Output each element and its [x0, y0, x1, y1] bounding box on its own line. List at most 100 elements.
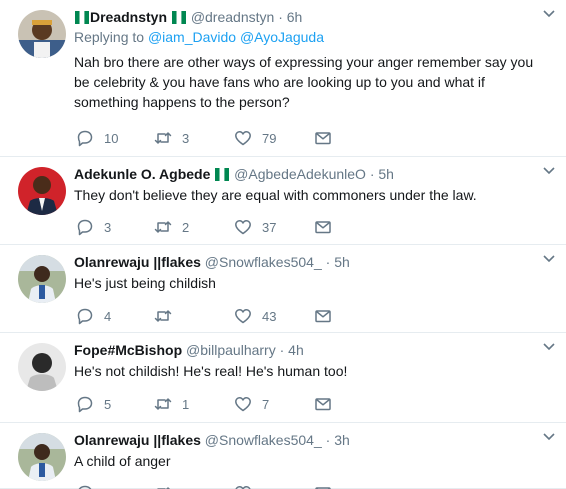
- avatar[interactable]: [18, 343, 66, 391]
- retweet-button[interactable]: [154, 483, 172, 489]
- reply-count: 4: [104, 308, 112, 324]
- avatar-image: [18, 343, 66, 391]
- tweet-actions: 10 3 79: [74, 128, 374, 148]
- reply-icon: [78, 485, 92, 489]
- tweet-text: A child of anger: [74, 453, 171, 469]
- retweet-count: 2: [182, 219, 190, 235]
- like-button[interactable]: [234, 483, 252, 489]
- retweet-icon: [157, 487, 171, 489]
- tweet-header: Adekunle O. Agbede @AgbedeAdekunleO · 5h: [74, 165, 550, 183]
- tweet-text: He's just being childish: [74, 275, 216, 291]
- retweet-icon: [154, 398, 172, 410]
- heart-icon: [235, 397, 251, 412]
- display-name[interactable]: Dreadnstyn: [90, 9, 167, 25]
- retweet-button[interactable]: 1: [154, 394, 189, 414]
- tweet-text: He's not childish! He's real! He's human…: [74, 363, 348, 379]
- reply-button[interactable]: 5: [76, 394, 111, 414]
- timestamp[interactable]: 4h: [288, 342, 304, 358]
- tweet-header: Olanrewaju ||flakes @Snowflakes504_ · 3h: [74, 431, 550, 449]
- avatar[interactable]: [18, 167, 66, 215]
- like-button[interactable]: 37: [234, 217, 276, 237]
- user-handle[interactable]: @AgbedeAdekunleO: [234, 166, 366, 182]
- reply-button[interactable]: [76, 483, 94, 489]
- timestamp[interactable]: 5h: [378, 166, 394, 182]
- avatar-image: [18, 433, 66, 481]
- reply-button[interactable]: 10: [76, 128, 118, 148]
- display-name[interactable]: Olanrewaju ||flakes: [74, 254, 201, 270]
- tweet[interactable]: Olanrewaju ||flakes @Snowflakes504_ · 5h…: [0, 245, 566, 333]
- heart-icon: [235, 486, 251, 489]
- retweet-icon: [154, 310, 172, 322]
- reply-context: Replying to @iam_Davido @AyoJaguda: [74, 28, 550, 46]
- display-name[interactable]: Adekunle O. Agbede: [74, 166, 210, 182]
- separator: ·: [369, 166, 375, 182]
- direct-message-button[interactable]: [314, 394, 332, 414]
- reply-mention[interactable]: @iam_Davido: [148, 29, 236, 45]
- direct-message-button[interactable]: [314, 128, 332, 148]
- tweet-header: Dreadnstyn @dreadnstyn · 6h: [74, 8, 550, 26]
- like-button[interactable]: 7: [234, 394, 269, 414]
- tweet[interactable]: Adekunle O. Agbede @AgbedeAdekunleO · 5h…: [0, 157, 566, 245]
- envelope-icon: [315, 487, 331, 489]
- reply-icon: [77, 308, 93, 325]
- heart-icon: [235, 220, 251, 235]
- separator: ·: [279, 342, 285, 358]
- reply-icon: [77, 396, 93, 413]
- tweet-actions: 5 1 7: [74, 394, 374, 414]
- like-count: 37: [262, 219, 277, 235]
- avatar[interactable]: [18, 255, 66, 303]
- tweet[interactable]: Fope#McBishop @billpaulharry · 4h He's n…: [0, 333, 566, 423]
- tweet-actions: 3 2 37: [74, 217, 374, 237]
- reply-button[interactable]: 3: [76, 217, 111, 237]
- retweet-button[interactable]: 3: [154, 128, 189, 148]
- avatar-image: [18, 255, 66, 303]
- reply-count: 5: [104, 396, 112, 412]
- like-button[interactable]: 79: [234, 128, 276, 148]
- reply-icon: [77, 219, 93, 236]
- reply-count: 10: [104, 130, 119, 146]
- envelope-icon: [315, 221, 331, 234]
- retweet-button[interactable]: 2: [154, 217, 189, 237]
- tweet-header: Olanrewaju ||flakes @Snowflakes504_ · 5h: [74, 253, 550, 271]
- direct-message-button[interactable]: [314, 483, 332, 489]
- retweet-button[interactable]: [154, 306, 182, 326]
- timestamp[interactable]: 3h: [334, 432, 350, 448]
- user-handle[interactable]: @billpaulharry: [186, 342, 276, 358]
- user-handle[interactable]: @Snowflakes504_: [205, 432, 322, 448]
- direct-message-button[interactable]: [314, 306, 332, 326]
- separator: ·: [325, 432, 331, 448]
- timestamp[interactable]: 6h: [287, 9, 303, 25]
- tweet[interactable]: Dreadnstyn @dreadnstyn · 6h Replying to …: [0, 0, 566, 157]
- avatar[interactable]: [18, 10, 66, 58]
- avatar[interactable]: [18, 433, 66, 481]
- user-handle[interactable]: @Snowflakes504_: [205, 254, 322, 270]
- tweet-actions: 4 43: [74, 306, 374, 326]
- envelope-icon: [315, 398, 331, 411]
- display-name[interactable]: Olanrewaju ||flakes: [74, 432, 201, 448]
- avatar-image: [18, 167, 66, 215]
- tweet[interactable]: Olanrewaju ||flakes @Snowflakes504_ · 3h…: [0, 423, 566, 489]
- like-button[interactable]: 43: [234, 306, 276, 326]
- user-handle[interactable]: @dreadnstyn: [191, 9, 274, 25]
- like-count: 7: [262, 396, 270, 412]
- retweet-icon: [154, 221, 172, 233]
- timestamp[interactable]: 5h: [334, 254, 350, 270]
- tweet-text: They don't believe they are equal with c…: [74, 187, 477, 203]
- retweet-icon: [154, 132, 172, 144]
- tweet-header: Fope#McBishop @billpaulharry · 4h: [74, 341, 550, 359]
- retweet-count: 1: [182, 396, 190, 412]
- display-name[interactable]: Fope#McBishop: [74, 342, 182, 358]
- like-count: 79: [262, 130, 277, 146]
- tweet-text: Nah bro there are other ways of expressi…: [74, 54, 534, 110]
- separator: ·: [325, 254, 331, 270]
- envelope-icon: [315, 310, 331, 323]
- separator: ·: [278, 9, 283, 25]
- reply-button[interactable]: 4: [76, 306, 111, 326]
- heart-icon: [235, 309, 251, 324]
- like-count: 43: [262, 308, 277, 324]
- direct-message-button[interactable]: [314, 217, 332, 237]
- reply-mention[interactable]: @AyoJaguda: [240, 29, 324, 45]
- nigeria-flag-icon: [215, 168, 230, 181]
- envelope-icon: [315, 132, 331, 145]
- nigeria-flag-icon: [171, 11, 186, 24]
